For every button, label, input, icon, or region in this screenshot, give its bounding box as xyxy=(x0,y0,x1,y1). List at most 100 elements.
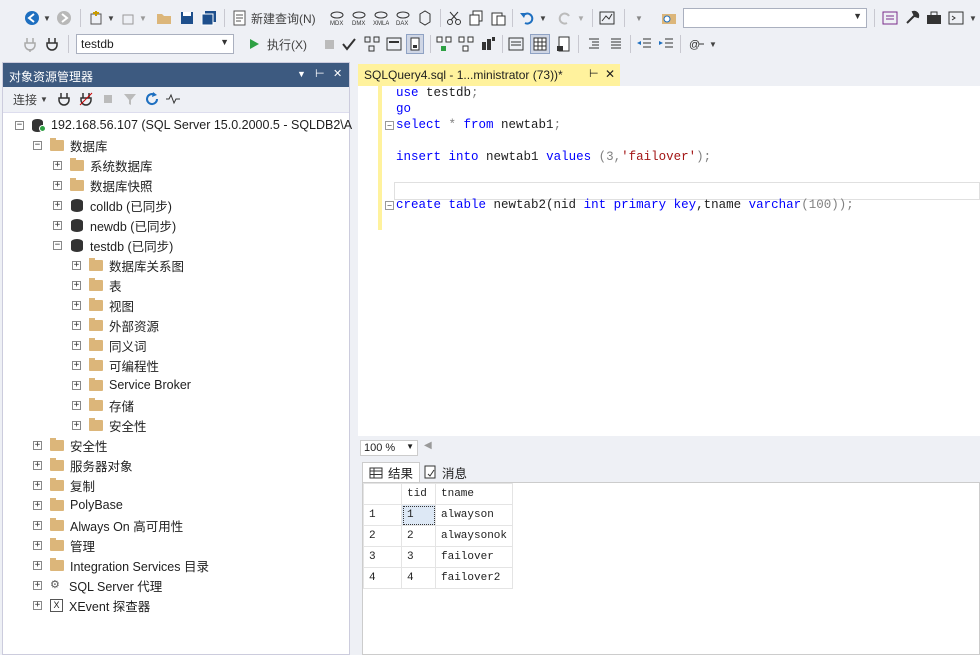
tab-results[interactable]: 结果 xyxy=(362,462,421,482)
expand-icon[interactable]: + xyxy=(33,500,42,510)
tab-messages[interactable]: 消息 xyxy=(418,462,473,482)
properties-icon[interactable] xyxy=(882,8,898,28)
expand-icon[interactable]: + xyxy=(33,580,42,590)
results-to-file-icon[interactable] xyxy=(556,34,572,54)
change-connection-icon[interactable] xyxy=(44,34,60,54)
tree-node-xevent[interactable]: + X XEvent 探查器 xyxy=(33,595,150,615)
pin-icon[interactable]: ⊢ xyxy=(315,67,325,80)
add-item-dropdown-icon[interactable]: ▼ xyxy=(138,8,148,28)
back-dropdown-icon[interactable]: ▼ xyxy=(42,8,52,28)
live-stats-icon[interactable] xyxy=(458,34,474,54)
tree-node-top[interactable]: + 服务器对象 xyxy=(33,455,133,475)
scroll-left-icon[interactable]: ◀ xyxy=(424,440,432,451)
tree-node-agent[interactable]: + ⚙ SQL Server 代理 xyxy=(33,575,162,595)
indent-icon[interactable] xyxy=(658,34,674,54)
cell-tname[interactable]: failover2 xyxy=(434,567,514,589)
activity-monitor-icon[interactable] xyxy=(598,8,616,28)
tree-node-testdb-child[interactable]: + 安全性 xyxy=(72,415,147,435)
client-stats-icon[interactable] xyxy=(480,34,496,54)
tab-sqlquery4[interactable]: SQLQuery4.sql - 1...ministrator (73))* ⊢… xyxy=(358,64,620,86)
add-item-icon[interactable] xyxy=(120,8,136,28)
close-icon[interactable]: ✕ xyxy=(333,67,342,80)
collapse-icon[interactable]: − xyxy=(15,120,24,130)
expand-icon[interactable]: + xyxy=(72,280,81,290)
pin-icon[interactable]: ⊢ xyxy=(589,67,599,80)
estimated-plan-icon[interactable] xyxy=(364,34,380,54)
results-grid[interactable]: tid tname 1 1 alwayson 2 2 alwaysonok 3 … xyxy=(362,482,980,655)
row-number-header[interactable] xyxy=(363,483,402,505)
expand-icon[interactable]: + xyxy=(53,200,62,210)
expand-icon[interactable]: + xyxy=(72,340,81,350)
connect-icon[interactable] xyxy=(22,34,38,54)
tree-node-top[interactable]: + 管理 xyxy=(33,535,95,555)
row-number[interactable]: 1 xyxy=(363,504,402,526)
uncomment-icon[interactable] xyxy=(608,34,624,54)
results-to-text-icon[interactable] xyxy=(508,34,524,54)
tree-node-testdb-child[interactable]: + 外部资源 xyxy=(72,315,159,335)
tree-node-newdb[interactable]: + newdb (已同步) xyxy=(53,215,176,235)
parse-check-icon[interactable] xyxy=(341,34,357,54)
actual-plan-icon[interactable] xyxy=(436,34,452,54)
expand-icon[interactable]: + xyxy=(72,400,81,410)
panel-splitter[interactable] xyxy=(352,62,356,655)
expand-icon[interactable]: + xyxy=(33,540,42,550)
undo-dropdown-icon[interactable]: ▼ xyxy=(538,8,548,28)
stop-icon[interactable] xyxy=(101,89,115,109)
new-query-button[interactable]: 新建查询(N) xyxy=(232,8,324,28)
expand-icon[interactable]: + xyxy=(72,360,81,370)
connect-plug-icon[interactable] xyxy=(57,89,71,109)
cell-tid[interactable]: 2 xyxy=(401,525,436,547)
save-all-icon[interactable] xyxy=(201,8,217,28)
tree-node-testdb-child[interactable]: + 存储 xyxy=(72,395,134,415)
results-to-grid-icon[interactable] xyxy=(530,34,550,54)
toolbar-overflow-icon[interactable]: ▼ xyxy=(708,34,718,54)
wrench-icon[interactable] xyxy=(904,8,920,28)
redo-icon[interactable] xyxy=(556,8,574,28)
refresh-icon[interactable] xyxy=(145,89,159,109)
undo-icon[interactable] xyxy=(518,8,536,28)
outdent-icon[interactable] xyxy=(636,34,652,54)
new-project-dropdown-icon[interactable]: ▼ xyxy=(106,8,116,28)
tree-node-databases[interactable]: − 数据库 xyxy=(33,135,108,155)
row-number[interactable]: 4 xyxy=(363,567,402,589)
expand-icon[interactable]: + xyxy=(53,220,62,230)
expand-icon[interactable]: + xyxy=(53,180,62,190)
filter-icon[interactable] xyxy=(123,89,137,109)
tree-node-top[interactable]: + 复制 xyxy=(33,475,95,495)
expand-icon[interactable]: + xyxy=(72,380,81,390)
tree-node-colldb[interactable]: + colldb (已同步) xyxy=(53,195,172,215)
intellisense-toggle-icon[interactable] xyxy=(406,34,424,54)
specify-values-icon[interactable]: @ xyxy=(688,34,706,54)
disconnect-icon[interactable] xyxy=(79,89,93,109)
paste-icon[interactable] xyxy=(490,8,506,28)
find-in-files-icon[interactable] xyxy=(660,8,678,28)
tree-node-testdb-child[interactable]: + Service Broker xyxy=(72,375,191,395)
cell-tname[interactable]: alwayson xyxy=(434,504,514,526)
open-file-icon[interactable] xyxy=(156,8,172,28)
copy-icon[interactable] xyxy=(468,8,484,28)
table-row[interactable]: 1 1 alwayson xyxy=(363,504,514,526)
expand-icon[interactable]: + xyxy=(72,420,81,430)
close-icon[interactable]: ✕ xyxy=(605,67,615,81)
dmx-query-icon[interactable]: DMX xyxy=(350,8,368,28)
redo-dropdown-icon[interactable]: ▼ xyxy=(576,8,586,28)
back-icon[interactable] xyxy=(24,8,40,28)
overflow-dropdown-icon[interactable]: ▼ xyxy=(968,8,978,28)
table-row[interactable]: 2 2 alwaysonok xyxy=(363,525,514,547)
cell-tname[interactable]: failover xyxy=(434,546,514,568)
expand-icon[interactable]: + xyxy=(33,520,42,530)
expand-icon[interactable]: + xyxy=(72,320,81,330)
expand-icon[interactable]: + xyxy=(72,260,81,270)
tree-node-snapshots[interactable]: + 数据库快照 xyxy=(53,175,153,195)
column-header[interactable]: tid xyxy=(401,483,436,505)
query-editor[interactable]: use testdb; go − select * from newtab1; … xyxy=(358,86,980,436)
database-selector[interactable]: testdb ▼ xyxy=(76,34,234,54)
row-number[interactable]: 2 xyxy=(363,525,402,547)
collapse-icon[interactable]: − xyxy=(53,240,62,250)
fold-icon[interactable]: − xyxy=(385,201,394,210)
row-number[interactable]: 3 xyxy=(363,546,402,568)
xmla-query-icon[interactable]: XMLA xyxy=(372,8,390,28)
activity-pulse-icon[interactable] xyxy=(165,89,181,109)
toolbox-icon[interactable] xyxy=(926,8,942,28)
tree-node-testdb-child[interactable]: + 视图 xyxy=(72,295,134,315)
